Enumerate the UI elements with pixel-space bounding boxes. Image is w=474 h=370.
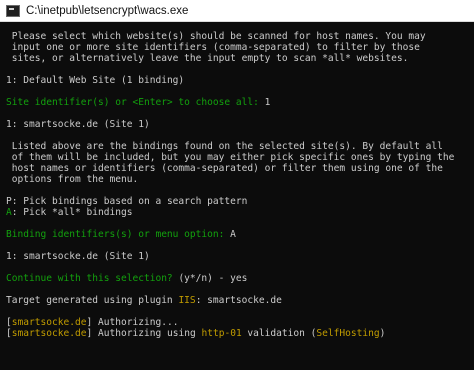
listed-line-3: host names or identifiers (comma-separat… xyxy=(6,163,443,174)
log2-mid: ] Authorizing using xyxy=(86,328,202,339)
binding-selected-text: : smartsocke.de (Site 1) xyxy=(11,251,150,262)
log-line-1: [smartsocke.de] Authorizing... xyxy=(6,317,468,328)
log-line-2: [smartsocke.de] Authorizing using http-0… xyxy=(6,328,468,339)
log2-plugin: SelfHosting xyxy=(316,328,380,339)
continue-prompt: Continue with this selection? (y*/n) - y… xyxy=(6,273,468,284)
window-title: C:\inetpub\letsencrypt\wacs.exe xyxy=(26,4,189,17)
site-prompt: Site identifier(s) or <Enter> to choose … xyxy=(6,97,468,108)
binding-selected: 1: smartsocke.de (Site 1) xyxy=(6,251,468,262)
site-prompt-label: Site identifier(s) or <Enter> to choose … xyxy=(6,97,265,108)
menu-option-p: P: Pick bindings based on a search patte… xyxy=(6,196,468,207)
intro-line-3: sites, or alternatively leave the input … xyxy=(6,53,409,64)
log2-host: smartsocke.de xyxy=(11,328,87,339)
target-suffix: : smartsocke.de xyxy=(195,295,282,306)
continue-prompt-choice: (y*/n) xyxy=(178,273,213,284)
binding-prompt-answer: A xyxy=(230,229,236,240)
binding-found: 1: smartsocke.de (Site 1) xyxy=(6,119,468,130)
binding-found-text: : smartsocke.de (Site 1) xyxy=(11,119,150,130)
continue-prompt-label: Continue with this selection? xyxy=(6,273,179,284)
log2-close: ) xyxy=(379,328,386,339)
menu-option-a: A: Pick *all* bindings xyxy=(6,207,468,218)
log2-mid2: validation ( xyxy=(241,328,317,339)
menu-p-text: : Pick bindings based on a search patter… xyxy=(11,196,248,207)
site-option: 1: Default Web Site (1 binding) xyxy=(6,75,468,86)
site-option-text: : Default Web Site (1 binding) xyxy=(11,75,185,86)
target-plugin: IIS xyxy=(178,295,196,306)
log1-close: ] Authorizing... xyxy=(86,317,179,328)
listed-line-2: of them will be included, but you may ei… xyxy=(6,152,455,163)
menu-a-text: : Pick *all* bindings xyxy=(11,207,133,218)
log2-method: http-01 xyxy=(201,328,242,339)
site-prompt-answer: 1 xyxy=(264,97,271,108)
continue-prompt-answer: - yes xyxy=(212,273,248,284)
target-line: Target generated using plugin IIS: smart… xyxy=(6,295,468,306)
console-output[interactable]: Please select which website(s) should be… xyxy=(0,22,474,370)
log1-host: smartsocke.de xyxy=(11,317,87,328)
intro-line-1: Please select which website(s) should be… xyxy=(6,31,426,42)
console-window: C:\inetpub\letsencrypt\wacs.exe Please s… xyxy=(0,0,474,370)
listed-line-4: options from the menu. xyxy=(6,174,139,185)
title-bar[interactable]: C:\inetpub\letsencrypt\wacs.exe xyxy=(0,0,474,22)
binding-prompt-label: Binding identifiers(s) or menu option: xyxy=(6,229,231,240)
target-prefix: Target generated using plugin xyxy=(6,295,179,306)
console-icon xyxy=(6,4,20,17)
listed-line-1: Listed above are the bindings found on t… xyxy=(6,141,443,152)
binding-prompt: Binding identifiers(s) or menu option: A xyxy=(6,229,468,240)
intro-line-2: input one or more site identifiers (comm… xyxy=(6,42,420,53)
